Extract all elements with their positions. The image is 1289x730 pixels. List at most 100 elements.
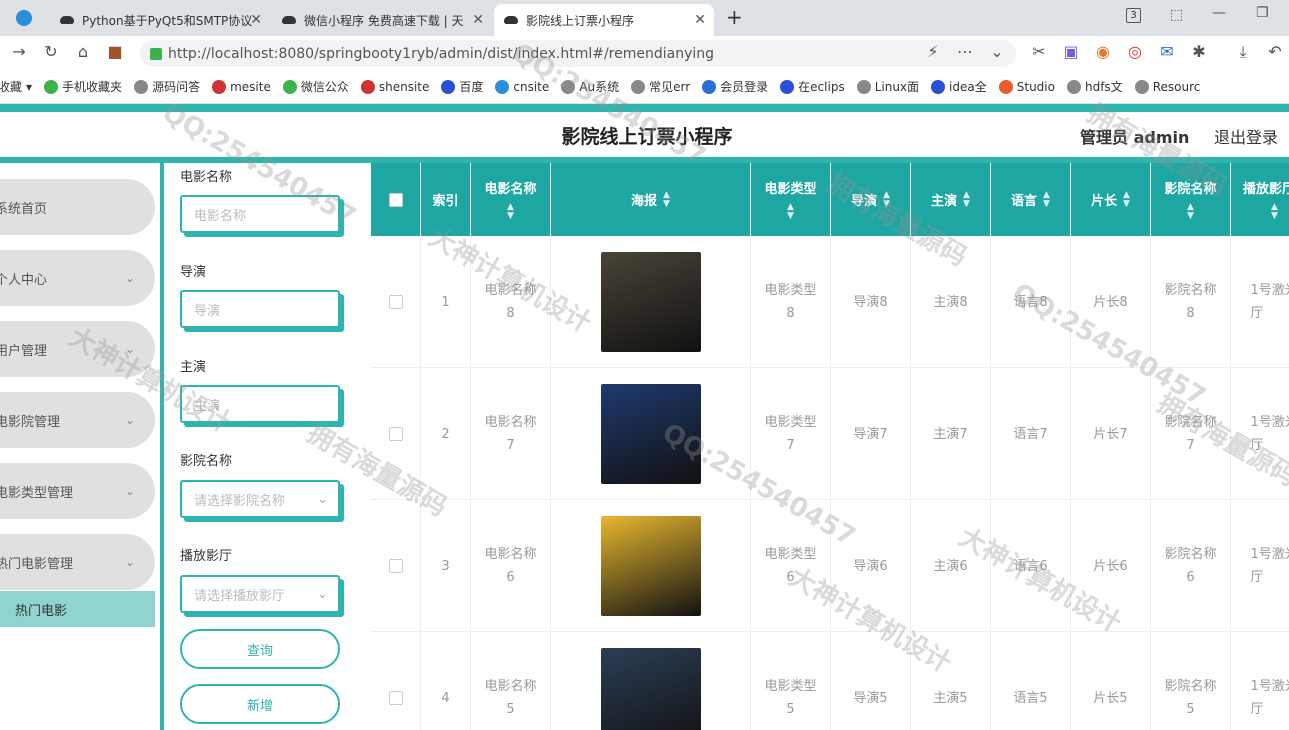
new-tab-button[interactable]: +	[726, 5, 743, 29]
bookmark-item[interactable]: 收藏 ▾	[0, 78, 32, 95]
home-icon[interactable]: ⌂	[72, 42, 94, 61]
bookmark-item[interactable]: 百度	[441, 78, 483, 95]
sidebar-item-profile[interactable]: 个人中心 ⌄	[0, 250, 155, 306]
close-icon[interactable]: ✕	[250, 12, 262, 28]
search-button[interactable]: 查询	[180, 629, 340, 669]
director-input[interactable]: 导演	[180, 290, 340, 328]
movie-poster[interactable]	[600, 516, 701, 616]
header-movie-name[interactable]: 电影名称 ▲ ▼	[471, 163, 551, 236]
hall-select[interactable]: 请选择播放影厅 ⌄	[180, 575, 340, 613]
select-all-checkbox[interactable]	[388, 192, 403, 207]
table-row[interactable]: 2 电影名称7 电影类型7 导演7 主演7 语言7 片长7 影院名称7 1号激光厅	[371, 368, 1289, 500]
actor-input[interactable]: 主演	[180, 385, 340, 423]
restore-icon[interactable]: ❐	[1256, 5, 1269, 21]
bookmark-item[interactable]: 在eclips	[780, 78, 845, 95]
header-actor[interactable]: 主演 ▲ ▼	[911, 163, 991, 236]
sidebar-subitem-hot-movies[interactable]: 热门电影	[0, 591, 155, 627]
header-movie-type[interactable]: 电影类型 ▲ ▼	[751, 163, 831, 236]
bookmark-item[interactable]: 会员登录	[702, 78, 768, 95]
bookmark-item[interactable]: idea全	[931, 78, 987, 95]
movie-name-input[interactable]: 电影名称	[180, 195, 340, 233]
chevron-down-icon[interactable]: ▾	[26, 80, 32, 94]
bookmark-item[interactable]: Studio	[998, 79, 1055, 94]
sort-icon[interactable]: ▲ ▼	[1123, 190, 1130, 209]
bookmark-item[interactable]: hdfs文	[1066, 78, 1123, 95]
briefcase-icon[interactable]: ■	[104, 42, 126, 61]
bookmark-item[interactable]: 手机收藏夹	[44, 78, 122, 95]
cell-cinema: 影院名称7	[1151, 368, 1231, 500]
sidebar-item-movie-types[interactable]: 电影类型管理 ⌄	[0, 463, 155, 519]
cell-text: 导演5	[853, 690, 888, 706]
row-checkbox[interactable]	[388, 295, 403, 309]
cell-text: 影院名称8	[1164, 283, 1217, 321]
sort-icon[interactable]: ▲ ▼	[663, 190, 670, 209]
chevron-down-icon[interactable]: ⌄	[986, 42, 1008, 61]
cinema-select[interactable]: 请选择影院名称 ⌄	[180, 480, 340, 518]
browser-tab-active[interactable]: 影院线上订票小程序 ✕	[494, 4, 714, 36]
header-language[interactable]: 语言 ▲ ▼	[991, 163, 1071, 236]
header-cinema[interactable]: 影院名称 ▲ ▼	[1151, 163, 1231, 236]
bookmark-label: 会员登录	[720, 80, 769, 94]
movie-poster[interactable]	[600, 252, 701, 352]
bookmark-item[interactable]: cnsite	[495, 79, 549, 94]
sidebar-item-cinemas[interactable]: 电影院管理 ⌄	[0, 392, 155, 448]
sort-icon[interactable]: ▲ ▼	[1043, 190, 1050, 209]
sort-icon[interactable]: ▲ ▼	[507, 203, 514, 221]
header-poster[interactable]: 海报 ▲ ▼	[551, 163, 751, 236]
more-icon[interactable]: ⋯	[954, 42, 976, 61]
bookmark-item[interactable]: Resourc	[1134, 79, 1200, 94]
bookmark-item[interactable]: Au系统	[561, 78, 619, 95]
sort-icon[interactable]: ▲ ▼	[1187, 203, 1194, 221]
bookmark-item[interactable]: 微信公众	[282, 78, 349, 95]
sort-icon[interactable]: ▲ ▼	[883, 190, 890, 209]
header-hall[interactable]: 播放影厅 ▲ ▼	[1231, 163, 1289, 236]
bookmark-item[interactable]: shensite	[360, 79, 429, 94]
game-icon[interactable]: ◉	[1092, 42, 1114, 61]
bookmark-item[interactable]: mesite	[212, 79, 271, 94]
minimize-icon[interactable]: —	[1212, 5, 1226, 21]
header-director[interactable]: 导演 ▲ ▼	[831, 163, 911, 236]
browser-tab[interactable]: 微信小程序 免费高速下载 | 天 ✕	[272, 4, 492, 36]
movie-poster[interactable]	[600, 648, 701, 730]
movie-poster[interactable]	[600, 384, 701, 484]
cell-index: 4	[421, 632, 471, 730]
row-checkbox[interactable]	[388, 427, 403, 441]
address-bar[interactable]: http://localhost:8080/springbooty1ryb/ad…	[140, 40, 1016, 67]
cell-text: 主演6	[933, 558, 968, 574]
translate-icon[interactable]: ▣	[1060, 42, 1082, 61]
close-icon[interactable]: ✕	[694, 12, 706, 28]
row-checkbox[interactable]	[388, 691, 403, 705]
scissors-icon[interactable]: ✂	[1028, 42, 1050, 61]
header-select-all[interactable]	[371, 163, 421, 236]
table-row[interactable]: 1 电影名称8 电影类型8 导演8 主演8 语言8 片长8 影院名称8 1号激光厅	[371, 236, 1289, 368]
logout-link[interactable]: 退出登录	[1214, 124, 1278, 148]
forward-icon[interactable]: →	[8, 42, 30, 61]
chevron-down-icon: ⌄	[124, 555, 135, 569]
sidebar-item-users[interactable]: 用户管理 ⌄	[0, 321, 155, 377]
sort-icon[interactable]: ▲ ▼	[787, 203, 794, 221]
download-icon[interactable]: ⤓	[1232, 42, 1254, 62]
extension-icon[interactable]: ✱	[1188, 42, 1210, 61]
shirt-icon[interactable]: ⬚	[1170, 7, 1183, 23]
weibo-icon[interactable]: ◎	[1124, 42, 1146, 61]
undo-icon[interactable]: ↶	[1264, 42, 1286, 61]
table-row[interactable]: 4 电影名称5 电影类型5 导演5 主演5 语言5 片长5 影院名称5 1号激光厅	[371, 632, 1289, 730]
row-checkbox[interactable]	[388, 559, 403, 573]
lightning-icon[interactable]: ⚡	[922, 42, 944, 61]
telegram-icon[interactable]	[16, 10, 32, 26]
tab-count-badge[interactable]: 3	[1126, 8, 1141, 23]
table-row[interactable]: 3 电影名称6 电影类型6 导演6 主演6 语言6 片长6 影院名称6 1号激光厅	[371, 500, 1289, 632]
close-icon[interactable]: ✕	[472, 12, 484, 28]
reload-icon[interactable]: ↻	[40, 42, 62, 61]
add-button[interactable]: 新增	[180, 684, 340, 724]
header-length[interactable]: 片长 ▲ ▼	[1071, 163, 1151, 236]
browser-tab[interactable]: Python基于PyQt5和SMTP协议 ✕	[50, 4, 270, 36]
bookmark-item[interactable]: 源码问答	[134, 78, 200, 95]
sidebar-item-home[interactable]: 系统首页	[0, 179, 155, 235]
mail-icon[interactable]: ✉	[1156, 42, 1178, 61]
bookmark-item[interactable]: 常见err	[631, 78, 690, 95]
sort-icon[interactable]: ▲ ▼	[1271, 203, 1278, 221]
bookmark-item[interactable]: Linux面	[856, 78, 919, 95]
sort-icon[interactable]: ▲ ▼	[963, 190, 970, 209]
sidebar-item-hot-movies[interactable]: 热门电影管理 ⌄	[0, 534, 155, 590]
